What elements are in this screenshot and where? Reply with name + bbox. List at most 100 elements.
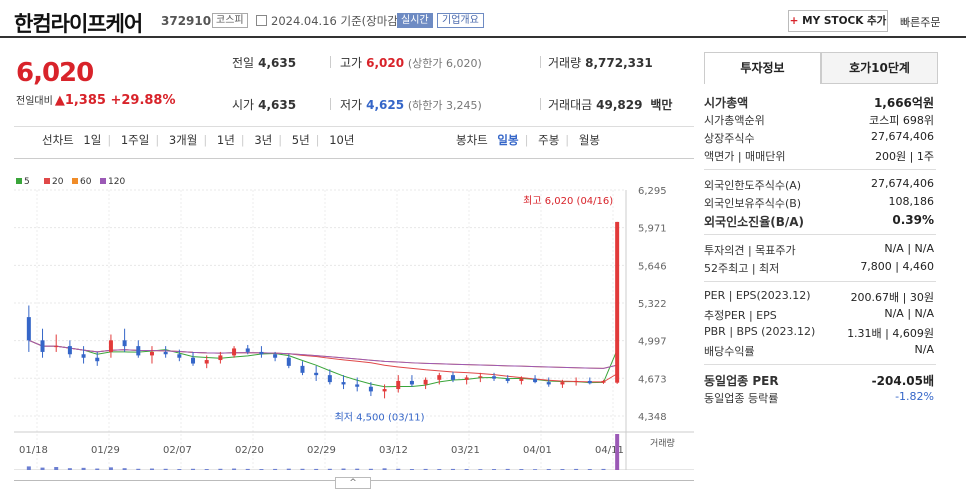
volume-bar [177,469,182,470]
candle-body [492,376,497,379]
candle-body [574,380,579,383]
prev-value: 4,635 [258,56,297,70]
candle-body [355,384,360,387]
candle-body [54,346,59,348]
candle-body [423,379,428,385]
volume-bar [232,468,237,470]
candle-body [136,346,141,356]
up-arrow-icon: ▲ [54,93,65,108]
period-1w[interactable]: 1주일 [121,133,149,147]
base-date: 2024.04.16 기준(장마감) [271,14,403,28]
volume-bar [67,468,72,470]
period-1y[interactable]: 1년 [217,133,235,147]
candle-body [40,340,45,352]
candle-body [286,357,291,366]
realtime-button[interactable]: 실시간 [397,13,433,28]
candle-chart-tabs: 봉차트 일봉 | 주봉 | 월봉 [456,133,600,147]
ma5-line [28,339,618,388]
y-tick-label: 5,971 [638,224,667,235]
candle-body [533,378,538,383]
x-tick-label: 02/07 [163,445,192,456]
info-value: N/A | N/A [884,307,934,320]
candle-body [382,389,387,392]
y-tick-label: 5,646 [638,261,667,272]
company-overview-dropdown[interactable]: 기업개요 [437,13,484,28]
candle-body [409,380,414,385]
volume-bar [519,469,524,470]
amount-label: 거래대금 [548,98,593,112]
collapse-handle[interactable]: ^ [335,477,371,489]
change-value: 1,385 [64,93,106,108]
ma60-line [28,339,618,369]
open-price: 시가 4,635 [232,96,296,113]
x-tick-label: 03/21 [451,445,480,456]
mystock-label: MY STOCK 추가 [802,15,887,27]
volume-bar [423,468,428,470]
prev-label: 전일 [232,56,255,70]
info-row: 투자의견 | 목표주가 N/A | N/A [704,242,934,258]
info-row: 시가총액 1,666억원 [704,94,934,111]
info-key: 외국인한도주식수(A) [704,179,802,192]
volume-bar [259,469,264,470]
info-row: PBR | BPS (2023.12) 1.31배 | 4,609원 [704,325,934,340]
volume-bar [40,467,45,470]
quick-order-button[interactable]: 빠른주문 [900,14,940,30]
candle-daily[interactable]: 일봉 [497,133,518,147]
candle-body [587,380,592,384]
low-note: 최저 4,500 (03/11) [335,411,425,423]
period-10y[interactable]: 10년 [329,133,354,147]
period-3y[interactable]: 3년 [254,133,272,147]
candle-body [546,382,551,385]
x-tick-label: 04/11 [595,445,624,456]
info-key: 투자의견 | 목표주가 [704,244,796,257]
info-key: 동일업종 등락률 [704,392,779,405]
volume-label: 거래량 [548,56,582,70]
candle-weekly[interactable]: 주봉 [538,133,559,147]
info-key: 액면가 | 매매단위 [704,150,786,163]
price-change: 전일대비 ▲1,385 +29.88% [16,92,176,108]
volume-bar [122,468,127,470]
tab-investment-info[interactable]: 투자정보 [704,52,821,84]
high-price: 고가 6,020 (상한가 6,020) [340,54,482,71]
candle-body [273,354,278,358]
period-3m[interactable]: 3개월 [169,133,197,147]
volume-bar [273,468,278,470]
ma120-line [28,339,618,369]
volume-bar [368,468,373,470]
high-value: 6,020 [366,56,405,70]
add-mystock-button[interactable]: + MY STOCK 추가 [788,10,888,32]
volume-bar [574,468,579,470]
prev-close: 전일 4,635 [232,54,296,71]
y-tick-label: 5,322 [638,299,667,310]
candle-body [464,377,469,380]
period-1d[interactable]: 1일 [83,133,101,147]
candle-body [300,365,305,373]
candle-body [67,346,72,355]
candle-monthly[interactable]: 월봉 [579,133,600,147]
info-value: 7,800 | 4,460 [860,260,934,273]
candle-body [519,378,524,381]
candle-body [259,351,264,355]
price-chart[interactable]: 5 20 60 120 6,295 5,971 5,646 5,322 4,997 4,673 4,… [14,170,694,470]
info-value: 108,186 [888,195,935,208]
high-note: 최고 6,020 (04/16) [523,195,613,207]
info-key: 상장주식수 [704,132,755,145]
stock-header: 한컴라이프케어 372910 코스피 2024.04.16 기준(장마감) 실시… [0,0,966,38]
info-row: 동일업종 등락률 -1.82% [704,390,934,406]
volume-bar [245,468,250,470]
volume-bar [136,468,141,470]
candle-body [26,317,31,341]
volume-bar [95,468,100,470]
info-value: -1.82% [895,390,934,403]
info-value: 1,666억원 [873,96,934,110]
volume-bar [464,469,469,470]
info-row: 외국인한도주식수(A) 27,674,406 [704,177,934,193]
volume-bar [560,469,565,470]
info-value: 0.39% [892,213,934,227]
volume-bar [437,469,442,470]
open-label: 시가 [232,98,255,112]
period-5y[interactable]: 5년 [292,133,310,147]
calendar-icon [256,15,267,26]
tab-orderbook[interactable]: 호가10단계 [821,52,938,84]
candle-body [314,372,319,376]
